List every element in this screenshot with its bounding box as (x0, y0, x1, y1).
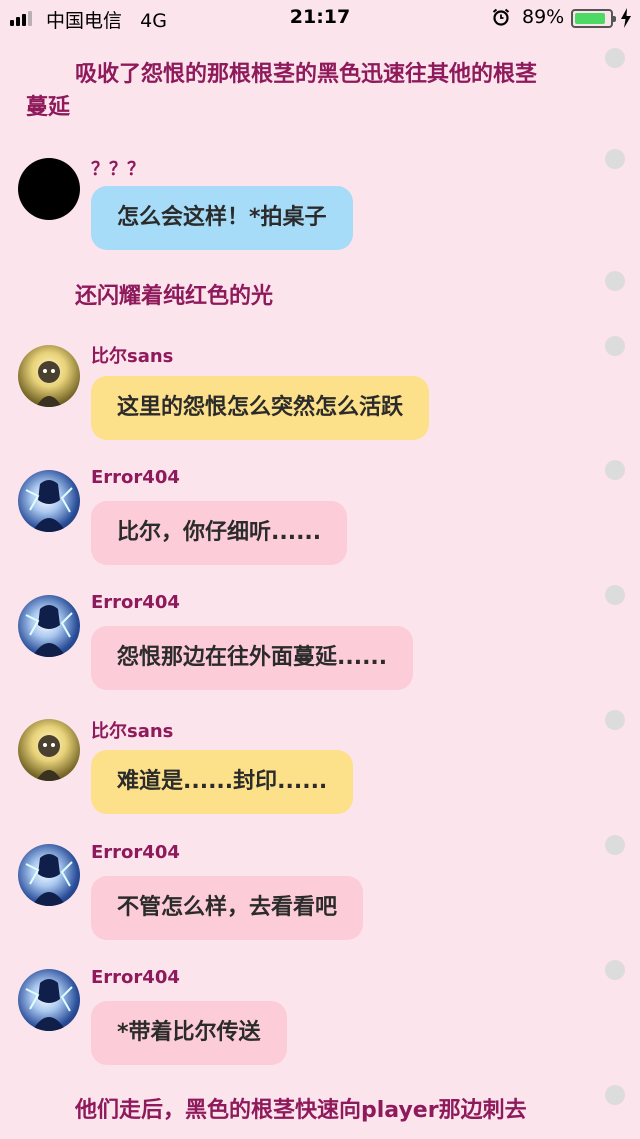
select-radio[interactable] (605, 336, 625, 356)
message-bubble[interactable]: 比尔，你仔细听...... (91, 501, 348, 565)
sender-name: Error404 (91, 467, 180, 488)
sender-name: 比尔sans (91, 346, 174, 367)
select-radio[interactable] (605, 271, 625, 291)
select-radio[interactable] (605, 710, 625, 730)
narration-text-continued: 蔓延 (26, 95, 71, 120)
status-bar: 中国电信 4G 21:17 89% (0, 0, 640, 36)
sender-name: Error404 (91, 842, 180, 863)
select-radio[interactable] (605, 149, 625, 169)
select-radio[interactable] (605, 585, 625, 605)
charging-icon (621, 8, 631, 28)
message-bubble[interactable]: 怎么会这样！*拍桌子 (91, 186, 353, 250)
narration-text: 吸收了怨恨的那根根茎的黑色迅速往其他的根茎 (75, 62, 538, 87)
error-avatar[interactable] (18, 844, 80, 906)
narration-text: 还闪耀着纯红色的光 (75, 284, 274, 309)
sans-avatar[interactable] (18, 345, 80, 407)
error-avatar[interactable] (18, 595, 80, 657)
sender-name: Error404 (91, 967, 180, 988)
select-radio[interactable] (605, 960, 625, 980)
message-bubble[interactable]: 怨恨那边在往外面蔓延...... (91, 626, 414, 690)
battery-icon (571, 9, 616, 28)
error-avatar[interactable] (18, 470, 80, 532)
error-avatar[interactable] (18, 969, 80, 1031)
sans-avatar[interactable] (18, 719, 80, 781)
select-radio[interactable] (605, 48, 625, 68)
sender-name: Error404 (91, 592, 180, 613)
select-radio[interactable] (605, 460, 625, 480)
black-avatar[interactable] (18, 158, 80, 220)
narration-text: 他们走后，黑色的根茎快速向player那边刺去 (75, 1098, 527, 1123)
message-bubble[interactable]: 不管怎么样，去看看吧 (91, 876, 364, 940)
select-radio[interactable] (605, 1085, 625, 1105)
message-bubble[interactable]: 难道是......封印...... (91, 750, 354, 814)
message-bubble[interactable]: *带着比尔传送 (91, 1001, 287, 1065)
alarm-icon (492, 8, 510, 26)
sender-name: 比尔sans (91, 721, 174, 742)
sender-name: ？？？ (91, 159, 145, 180)
message-bubble[interactable]: 这里的怨恨怎么突然怎么活跃 (91, 376, 430, 440)
battery-percent: 89% (522, 6, 565, 28)
select-radio[interactable] (605, 835, 625, 855)
